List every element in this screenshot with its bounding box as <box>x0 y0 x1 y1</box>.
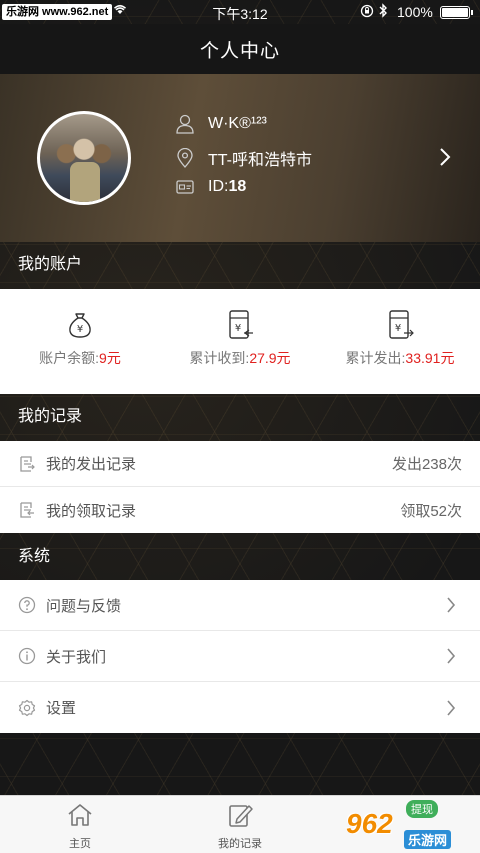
list-item-label: 我的领取记录 <box>46 502 137 520</box>
note-edit-icon <box>229 805 253 827</box>
profile-header[interactable]: W·K®¹²³ TT-呼和浩特市 ID: 18 <box>0 74 480 242</box>
profile-city: TT-呼和浩特市 <box>208 152 312 169</box>
send-doc-icon: ¥ <box>389 310 414 339</box>
withdraw-badge: 提现 <box>406 800 438 818</box>
chevron-right-icon <box>447 648 456 664</box>
bluetooth-icon <box>378 3 388 21</box>
received-value: 27.9元 <box>249 350 291 366</box>
records-list: 我的发出记录 发出238次 我的领取记录 领取52次 <box>0 441 480 533</box>
status-bar: 乐游网 www.962.net 下午3:12 100% <box>0 0 480 24</box>
list-item-value: 发出238次 <box>391 456 462 473</box>
profile-name: W·K®¹²³ <box>208 115 267 132</box>
system-list: 问题与反馈 关于我们 设置 <box>0 580 480 733</box>
edit-doc-icon <box>20 502 34 518</box>
chevron-right-icon <box>447 597 456 613</box>
settings-gear-icon <box>18 699 36 716</box>
svg-text:¥: ¥ <box>395 323 401 334</box>
home-icon <box>68 804 92 826</box>
watermark-logo-number: 962 <box>346 808 393 839</box>
account-heading: 我的账户 <box>18 256 83 273</box>
watermark-logo-text: 乐游网 <box>404 830 452 849</box>
balance-label: 账户余额: <box>39 350 100 366</box>
rotation-lock-icon <box>360 4 374 21</box>
profile-id-value: 18 <box>228 178 247 195</box>
tab-records[interactable]: 我的记录 <box>190 802 290 851</box>
list-item-label: 我的发出记录 <box>46 456 137 473</box>
list-item-received-records[interactable]: 我的领取记录 领取52次 <box>0 487 480 533</box>
profile-name-row: W·K®¹²³ <box>176 114 267 134</box>
user-icon <box>176 114 194 134</box>
list-item-feedback[interactable]: 问题与反馈 <box>0 580 480 631</box>
id-card-icon <box>176 180 194 194</box>
list-item-label: 设置 <box>46 700 77 717</box>
nav-bar: 个人中心 <box>0 24 480 74</box>
tab-records-label: 我的记录 <box>218 838 262 850</box>
list-item-sent-records[interactable]: 我的发出记录 发出238次 <box>0 441 480 487</box>
account-card: ¥ 账户余额:9元 ¥ 累计收到:27.9元 ¥ 累计发出:33.91元 <box>0 289 480 394</box>
received-item[interactable]: ¥ 累计收到:27.9元 <box>160 289 320 394</box>
chevron-right-icon <box>440 148 451 166</box>
location-pin-icon <box>177 148 193 168</box>
list-item-about[interactable]: 关于我们 <box>0 631 480 682</box>
received-label: 累计收到: <box>189 350 250 366</box>
sent-item[interactable]: ¥ 累计发出:33.91元 <box>320 289 480 394</box>
chevron-right-icon <box>447 699 456 716</box>
svg-text:¥: ¥ <box>235 323 241 334</box>
list-item-label: 问题与反馈 <box>46 597 122 615</box>
info-icon <box>18 647 36 665</box>
question-icon <box>18 596 36 614</box>
list-item-value: 领取52次 <box>400 502 462 520</box>
svg-text:¥: ¥ <box>77 324 83 335</box>
balance-item[interactable]: ¥ 账户余额:9元 <box>0 289 160 394</box>
page-title: 个人中心 <box>199 41 280 62</box>
profile-city-row: TT-呼和浩特市 <box>176 146 312 170</box>
receive-doc-icon: ¥ <box>229 310 253 339</box>
records-heading: 我的记录 <box>18 408 83 425</box>
tab-home[interactable]: 主页 <box>30 802 130 851</box>
balance-value: 9元 <box>99 350 121 366</box>
site-logo-watermark: 提现 962 乐游网 <box>346 800 476 850</box>
profile-id-row: ID: 18 <box>176 178 246 196</box>
avatar[interactable] <box>37 111 131 205</box>
battery-icon <box>440 6 473 19</box>
battery-percent: 100% <box>397 4 433 20</box>
system-heading: 系统 <box>18 548 51 565</box>
list-item-label: 关于我们 <box>46 648 107 666</box>
profile-id-label: ID: <box>208 178 229 195</box>
list-item-settings[interactable]: 设置 <box>0 682 480 733</box>
edit-doc-icon <box>20 455 35 472</box>
sent-value: 33.91元 <box>405 350 455 366</box>
money-bag-icon: ¥ <box>69 313 91 338</box>
sent-label: 累计发出: <box>345 350 406 366</box>
tab-home-label: 主页 <box>69 838 91 850</box>
